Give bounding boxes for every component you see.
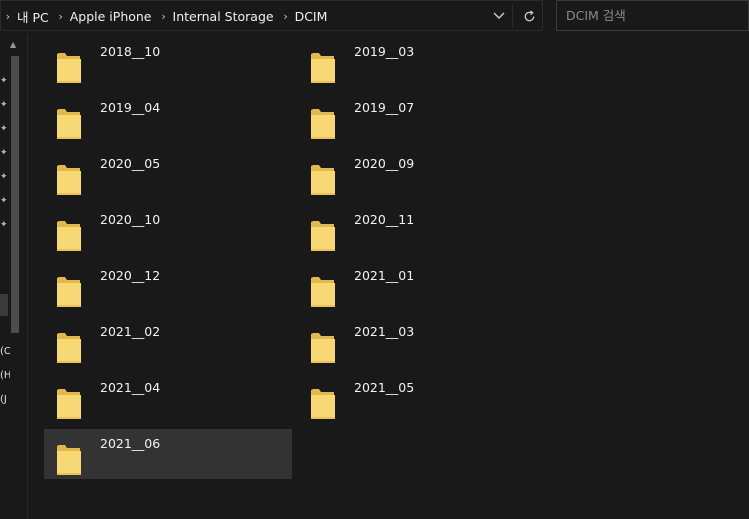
folder-item[interactable]: 2020__05: [44, 149, 292, 199]
breadcrumb-item-this-pc[interactable]: 내 PC: [15, 7, 54, 26]
folder-item[interactable]: 2020__11: [298, 205, 546, 255]
chevron-right-icon[interactable]: ›: [1, 10, 15, 23]
folder-icon: [57, 165, 81, 195]
folder-icon: [311, 389, 335, 419]
folder-name: 2021__04: [100, 380, 161, 395]
folder-name: 2020__09: [354, 156, 415, 171]
address-bar[interactable]: › 내 PC › Apple iPhone › Internal Storage…: [0, 0, 543, 31]
folder-item[interactable]: 2021__04: [44, 373, 292, 423]
breadcrumb-item-internal-storage[interactable]: Internal Storage: [171, 9, 279, 24]
folder-item[interactable]: 2020__09: [298, 149, 546, 199]
nav-selected-item[interactable]: [0, 294, 8, 316]
folder-item[interactable]: 2021__06: [44, 429, 292, 479]
chevron-right-icon[interactable]: ›: [279, 10, 293, 23]
folder-name: 2019__04: [100, 100, 161, 115]
search-input[interactable]: [557, 1, 748, 30]
chevron-right-icon[interactable]: ›: [54, 10, 68, 23]
folder-item[interactable]: 2019__03: [298, 37, 546, 87]
breadcrumb: › 내 PC › Apple iPhone › Internal Storage…: [1, 1, 332, 32]
folder-name: 2020__05: [100, 156, 161, 171]
folder-icon: [311, 333, 335, 363]
folder-item[interactable]: 2021__02: [44, 317, 292, 367]
folder-name: 2021__02: [100, 324, 161, 339]
folder-name: 2021__05: [354, 380, 415, 395]
folder-item[interactable]: 2019__07: [298, 93, 546, 143]
pin-icon: ✦: [0, 124, 8, 134]
pin-icon: ✦: [0, 196, 8, 206]
address-bar-divider: [512, 5, 513, 27]
folder-name: 2021__01: [354, 268, 415, 283]
folder-icon: [57, 53, 81, 83]
breadcrumb-item-apple-iphone[interactable]: Apple iPhone: [68, 9, 157, 24]
folder-icon: [57, 445, 81, 475]
folder-name: 2021__06: [100, 436, 161, 451]
nav-drive-h[interactable]: (H: [0, 370, 10, 382]
folder-name: 2019__03: [354, 44, 415, 59]
top-bar: › 내 PC › Apple iPhone › Internal Storage…: [0, 0, 749, 34]
folder-name: 2019__07: [354, 100, 415, 115]
folder-name: 2020__10: [100, 212, 161, 227]
folder-item[interactable]: 2020__10: [44, 205, 292, 255]
file-list: 2018__10 2019__03 2019__04 2019__07 2020__05…: [28, 34, 749, 519]
folder-icon: [311, 53, 335, 83]
chevron-right-icon[interactable]: ›: [157, 10, 171, 23]
nav-drive-c[interactable]: (C: [0, 346, 10, 358]
pin-icon: ✦: [0, 148, 8, 158]
folder-item[interactable]: 2021__01: [298, 261, 546, 311]
folder-icon: [311, 277, 335, 307]
folder-name: 2018__10: [100, 44, 161, 59]
folder-item[interactable]: 2021__03: [298, 317, 546, 367]
pin-icon: ✦: [0, 100, 8, 110]
folder-item[interactable]: 2021__05: [298, 373, 546, 423]
folder-item[interactable]: 2020__12: [44, 261, 292, 311]
pin-icon: ✦: [0, 220, 8, 230]
folder-name: 2020__11: [354, 212, 415, 227]
scroll-up-icon[interactable]: ▲: [10, 40, 16, 49]
refresh-button[interactable]: [520, 7, 538, 25]
folder-icon: [57, 109, 81, 139]
folder-item[interactable]: 2019__04: [44, 93, 292, 143]
address-history-button[interactable]: [490, 7, 508, 25]
folder-name: 2021__03: [354, 324, 415, 339]
nav-scrollbar-thumb[interactable]: [11, 56, 19, 333]
folder-icon: [311, 109, 335, 139]
pin-icon: ✦: [0, 172, 8, 182]
folder-item[interactable]: 2018__10: [44, 37, 292, 87]
pin-icon: ✦: [0, 76, 8, 86]
breadcrumb-item-dcim[interactable]: DCIM: [293, 9, 333, 24]
chevron-down-icon: [493, 12, 505, 19]
search-box[interactable]: [556, 0, 749, 31]
folder-icon: [57, 333, 81, 363]
nav-drive-j[interactable]: (J: [0, 394, 10, 406]
folder-icon: [57, 389, 81, 419]
refresh-icon: [524, 9, 534, 21]
navigation-pane: ▲ ✦ ✦ ✦ ✦ ✦ ✦ ✦ (C (H (J: [0, 34, 27, 519]
folder-icon: [57, 221, 81, 251]
folder-icon: [311, 165, 335, 195]
folder-name: 2020__12: [100, 268, 161, 283]
folder-icon: [57, 277, 81, 307]
folder-icon: [311, 221, 335, 251]
